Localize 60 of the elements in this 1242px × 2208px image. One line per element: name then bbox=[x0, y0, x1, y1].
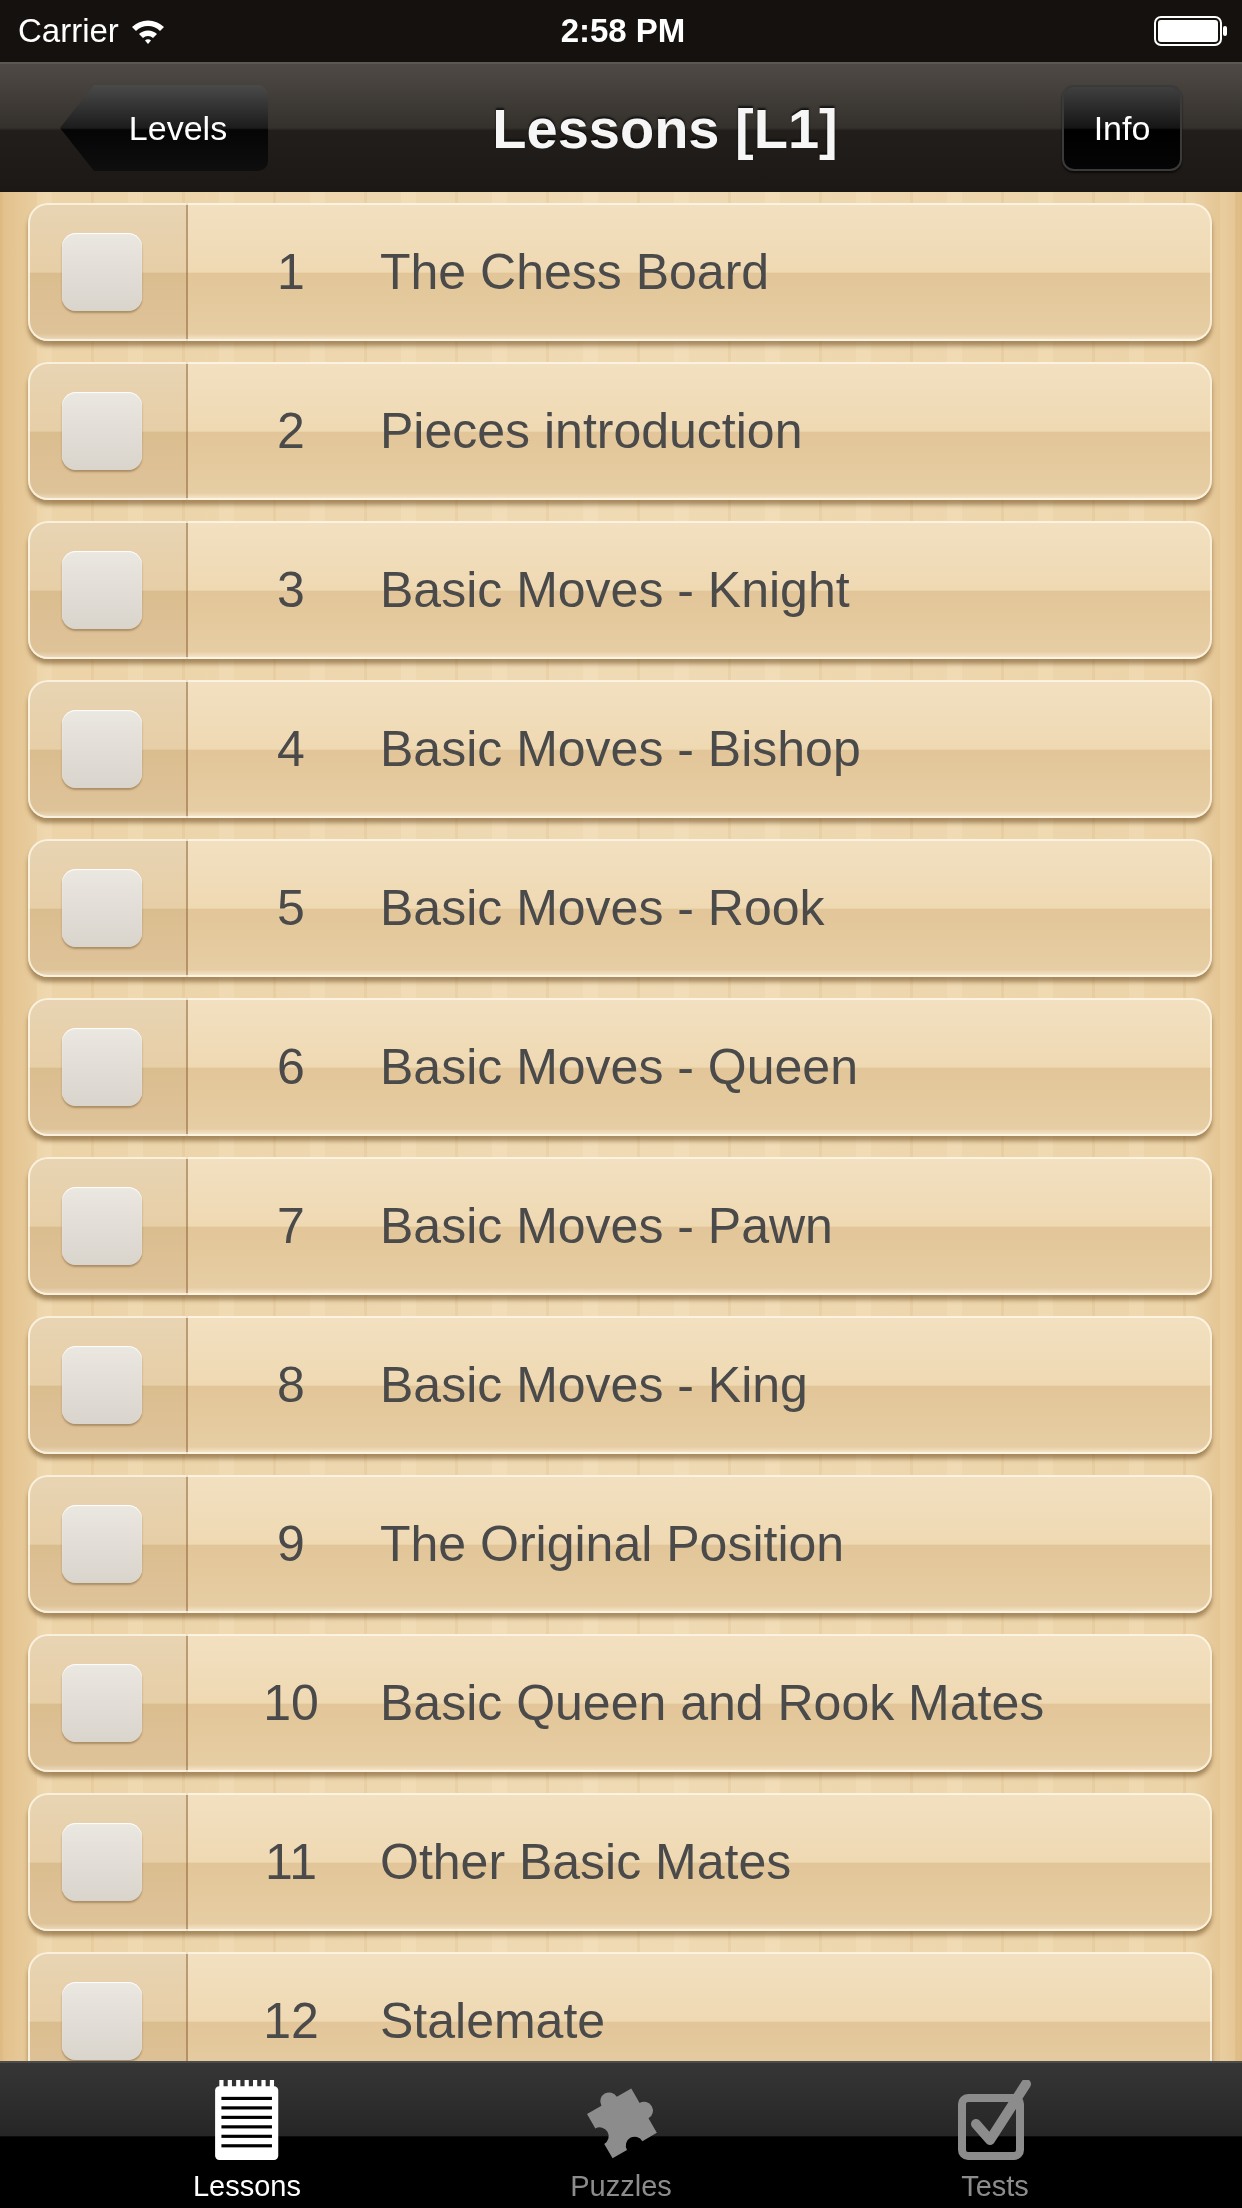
lesson-number: 1 bbox=[276, 243, 306, 301]
tab[interactable]: Tests bbox=[875, 2063, 1115, 2208]
lesson-title: Basic Queen and Rook Mates bbox=[380, 1674, 1045, 1732]
lesson-title: Stalemate bbox=[380, 1992, 606, 2050]
lesson-title: Basic Moves - Queen bbox=[380, 1038, 858, 1096]
checkbox[interactable] bbox=[62, 1346, 142, 1424]
lesson-number: 10 bbox=[262, 1674, 320, 1732]
lesson-title: Other Basic Mates bbox=[380, 1833, 792, 1891]
screen-title: Lessons [L1] bbox=[492, 95, 838, 161]
wifi-icon bbox=[130, 18, 165, 44]
time-label: 2:58 PM bbox=[560, 12, 686, 50]
checkbox[interactable] bbox=[62, 1823, 142, 1901]
back-button[interactable]: Levels bbox=[60, 85, 268, 171]
lesson-number: 3 bbox=[276, 561, 306, 619]
lesson-title: Basic Moves - Bishop bbox=[380, 720, 861, 778]
checkbox[interactable] bbox=[62, 1187, 142, 1265]
checkbox[interactable] bbox=[62, 233, 142, 311]
lesson-title: Pieces introduction bbox=[380, 402, 803, 460]
notepad-icon bbox=[213, 2080, 281, 2160]
lesson-number: 6 bbox=[276, 1038, 306, 1096]
lesson-title: Basic Moves - King bbox=[380, 1356, 808, 1414]
lesson-number: 9 bbox=[276, 1515, 306, 1573]
lesson-row[interactable]: 3 Basic Moves - Knight bbox=[28, 521, 1212, 659]
lesson-title: Basic Moves - Pawn bbox=[380, 1197, 833, 1255]
lesson-number: 4 bbox=[276, 720, 306, 778]
lesson-row[interactable]: 2 Pieces introduction bbox=[28, 362, 1212, 500]
lesson-title: Basic Moves - Rook bbox=[380, 879, 825, 937]
checkbox[interactable] bbox=[62, 869, 142, 947]
lesson-row[interactable]: 7 Basic Moves - Pawn bbox=[28, 1157, 1212, 1295]
lesson-row[interactable]: 10 Basic Queen and Rook Mates bbox=[28, 1634, 1212, 1772]
info-button[interactable]: Info bbox=[1062, 85, 1182, 171]
lesson-row[interactable]: 11 Other Basic Mates bbox=[28, 1793, 1212, 1931]
carrier-label: Carrier bbox=[18, 12, 119, 50]
checkbox[interactable] bbox=[62, 1028, 142, 1106]
tab[interactable]: Lessons bbox=[127, 2063, 367, 2208]
checkbox[interactable] bbox=[62, 1982, 142, 2060]
lesson-number: 2 bbox=[276, 402, 306, 460]
lesson-row[interactable]: 9 The Original Position bbox=[28, 1475, 1212, 1613]
lesson-row[interactable]: 4 Basic Moves - Bishop bbox=[28, 680, 1212, 818]
checkbox[interactable] bbox=[62, 551, 142, 629]
tab[interactable]: Puzzles bbox=[501, 2063, 741, 2208]
lesson-title: The Chess Board bbox=[380, 243, 770, 301]
checkbox[interactable] bbox=[62, 710, 142, 788]
checkbox-tick-icon bbox=[958, 2080, 1032, 2160]
battery-icon bbox=[1154, 16, 1228, 46]
checkbox[interactable] bbox=[62, 1664, 142, 1742]
lesson-number: 8 bbox=[276, 1356, 306, 1414]
lesson-title: Basic Moves - Knight bbox=[380, 561, 850, 619]
lesson-number: 11 bbox=[264, 1833, 318, 1891]
lesson-row[interactable]: 6 Basic Moves - Queen bbox=[28, 998, 1212, 1136]
checkbox[interactable] bbox=[62, 1505, 142, 1583]
lesson-title: The Original Position bbox=[380, 1515, 845, 1573]
lesson-row[interactable]: 5 Basic Moves - Rook bbox=[28, 839, 1212, 977]
lesson-number: 7 bbox=[276, 1197, 306, 1255]
lesson-number: 5 bbox=[276, 879, 306, 937]
lesson-row[interactable]: 1 The Chess Board bbox=[28, 203, 1212, 341]
lesson-number: 12 bbox=[262, 1992, 320, 2050]
checkbox[interactable] bbox=[62, 392, 142, 470]
lesson-row[interactable]: 12 Stalemate bbox=[28, 1952, 1212, 2061]
lesson-row[interactable]: 8 Basic Moves - King bbox=[28, 1316, 1212, 1454]
